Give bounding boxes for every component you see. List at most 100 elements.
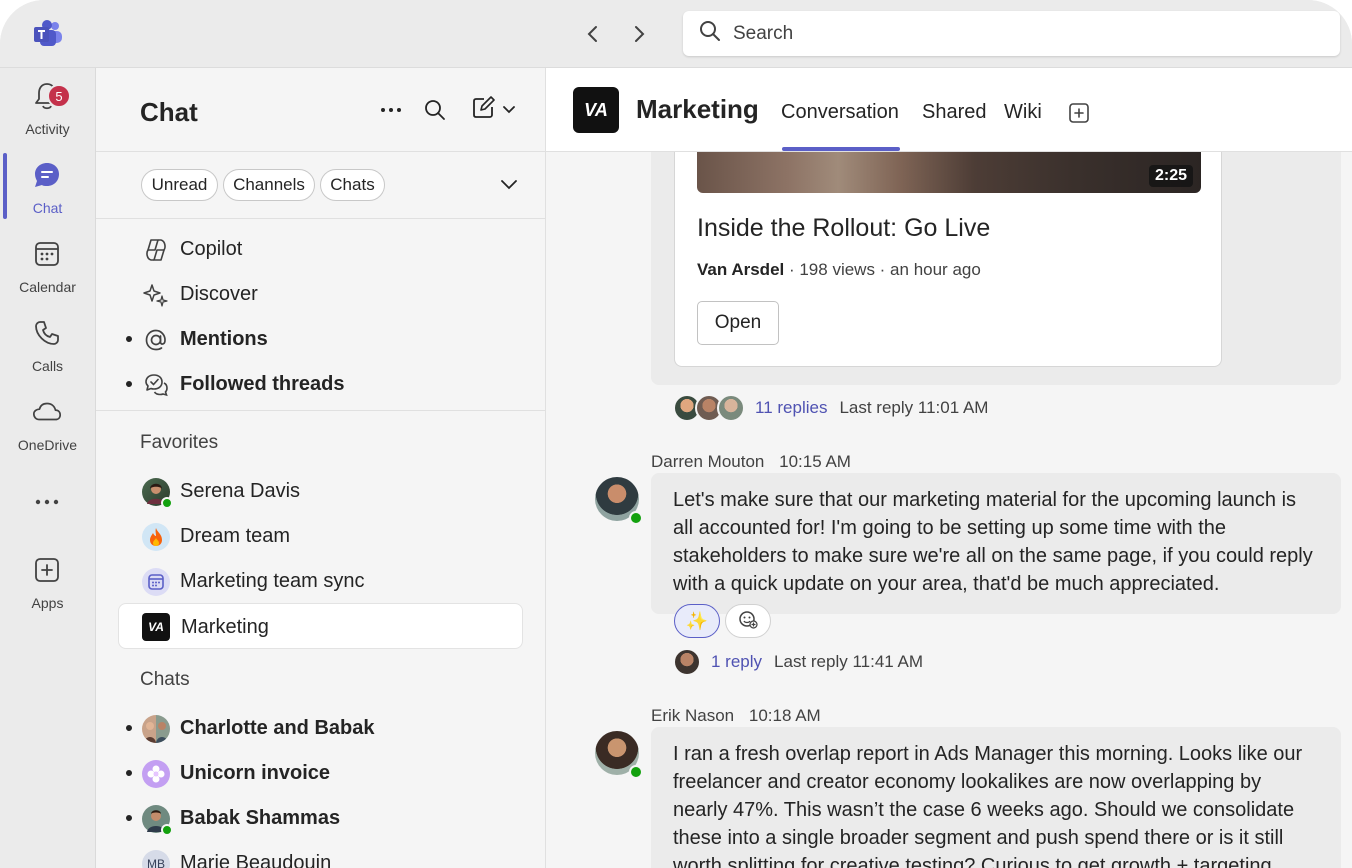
chat-charlotte-and-babak[interactable]: Charlotte and Babak (118, 706, 523, 750)
tab-shared[interactable]: Shared (922, 101, 987, 124)
video-card: 2:25 Inside the Rollout: Go Live Van Ars… (674, 152, 1222, 367)
search-input[interactable]: Search (683, 11, 1340, 56)
favorite-marketing-team-sync[interactable]: Marketing team sync (118, 559, 523, 603)
filter-chats[interactable]: Chats (320, 169, 385, 201)
avatar[interactable] (595, 477, 643, 525)
list-item-label: Marie Beaudouin (180, 852, 332, 868)
plus-square-icon (31, 554, 63, 586)
message-time: 10:18 AM (748, 706, 821, 725)
flower-icon (142, 760, 170, 788)
list-item-label: Babak Shammas (180, 807, 341, 829)
phone-icon (31, 317, 63, 349)
replies-summary: 1 reply Last reply 11:41 AM (673, 648, 923, 676)
avatar (142, 805, 173, 836)
avatar (673, 648, 701, 676)
video-meta: Van Arsdel · 198 views · an hour ago (697, 260, 981, 280)
list-item-label: Marketing team sync (180, 570, 365, 592)
reaction-sparkles[interactable]: ✨ (674, 604, 720, 638)
unread-dot (126, 815, 132, 821)
fire-icon (142, 523, 170, 551)
divider (96, 410, 545, 411)
add-reaction-icon (738, 609, 758, 634)
search-placeholder: Search (733, 22, 794, 44)
rail-item-apps[interactable]: Apps (0, 554, 95, 624)
message-time: 10:15 AM (779, 452, 851, 471)
last-reply-time: Last reply 11:41 AM (774, 652, 924, 671)
cloud-icon (31, 396, 63, 428)
app-rail: Activity Chat Calendar Calls OneDrive Ap… (0, 68, 96, 868)
reply-avatars (673, 394, 745, 422)
replies-summary: 11 replies Last reply 11:01 AM (673, 394, 988, 422)
favorite-serena-davis[interactable]: Serena Davis (118, 469, 523, 513)
chat-list-panel: Chat Unread Channels Chats Copilot Disco… (96, 68, 546, 868)
search-icon (699, 20, 721, 47)
rail-label: Activity (25, 121, 70, 137)
chat-babak-shammas[interactable]: Babak Shammas (118, 796, 523, 840)
chat-unicorn-invoice[interactable]: Unicorn invoice (118, 751, 523, 795)
video-title: Inside the Rollout: Go Live (697, 214, 991, 242)
back-arrow-icon[interactable] (580, 21, 606, 47)
group-avatar (142, 715, 170, 743)
open-button[interactable]: Open (697, 301, 779, 345)
compose-icon (471, 95, 497, 125)
list-item-copilot[interactable]: Copilot (118, 227, 523, 271)
rail-label: Chat (32, 200, 63, 216)
rail-item-calendar[interactable]: Calendar (0, 238, 95, 308)
list-item-label: Marketing (181, 616, 269, 638)
va-logo-icon: VA (142, 613, 170, 641)
tab-conversation[interactable]: Conversation (781, 101, 899, 124)
rail-label: Calendar (19, 279, 76, 295)
chat-marie-beaudouin[interactable]: MB Marie Beaudouin (118, 841, 523, 868)
favorite-dream-team[interactable]: Dream team (118, 514, 523, 558)
avatar[interactable] (595, 731, 643, 779)
favorite-marketing[interactable]: VA Marketing (118, 603, 523, 649)
unread-dot (126, 336, 132, 342)
video-thumbnail[interactable]: 2:25 (697, 152, 1201, 193)
active-tab-indicator (782, 147, 900, 151)
filter-unread[interactable]: Unread (141, 169, 218, 201)
filter-channels[interactable]: Channels (223, 169, 315, 201)
tab-wiki[interactable]: Wiki (1004, 101, 1042, 124)
more-apps-button[interactable] (0, 486, 95, 516)
forward-arrow-icon[interactable] (626, 21, 652, 47)
divider (96, 218, 545, 219)
rail-item-onedrive[interactable]: OneDrive (0, 396, 95, 466)
more-options-icon[interactable] (377, 96, 405, 124)
author-name: Darren Mouton (651, 452, 765, 471)
list-item-label: Discover (180, 283, 258, 305)
rail-item-calls[interactable]: Calls (0, 317, 95, 387)
list-item-label: Followed threads (180, 373, 345, 395)
chevron-down-icon (503, 101, 515, 119)
last-reply-time: Last reply 11:01 AM (839, 398, 989, 417)
copilot-icon (142, 236, 170, 264)
new-chat-button[interactable] (468, 95, 518, 125)
replies-link[interactable]: 11 replies (755, 398, 827, 418)
panel-title: Chat (140, 97, 198, 127)
sparkles-emoji: ✨ (685, 610, 709, 631)
chat-icon (31, 159, 63, 191)
teams-logo-icon (33, 20, 63, 48)
search-icon[interactable] (421, 96, 449, 124)
add-tab-icon[interactable] (1068, 102, 1090, 124)
list-item-label: Unicorn invoice (180, 762, 331, 784)
replies-link[interactable]: 1 reply (711, 652, 762, 672)
rail-label: Apps (31, 595, 64, 611)
list-item-followed-threads[interactable]: Followed threads (118, 362, 523, 406)
followed-threads-icon (142, 371, 170, 399)
rail-label: Calls (31, 358, 64, 374)
more-icon (31, 486, 63, 518)
list-item-discover[interactable]: Discover (118, 272, 523, 316)
video-duration: 2:25 (1148, 165, 1193, 187)
channel-header: VA Marketing Conversation Shared Wiki (546, 68, 1352, 152)
filter-expand-chevron-icon[interactable] (495, 171, 523, 199)
channel-name: Marketing (636, 94, 759, 124)
list-item-label: Mentions (180, 328, 268, 350)
message-header: Erik Nason 10:18 AM (651, 706, 821, 726)
chats-section-label: Chats (140, 669, 190, 690)
add-reaction-button[interactable] (725, 604, 771, 638)
teams-window: Search Activity Chat Calendar Calls OneD… (0, 0, 1352, 868)
conversation-area: 2:25 Inside the Rollout: Go Live Van Ars… (546, 68, 1352, 868)
sparkle-icon (142, 281, 170, 309)
list-item-mentions[interactable]: Mentions (118, 317, 523, 361)
rail-item-chat[interactable]: Chat (0, 159, 95, 229)
